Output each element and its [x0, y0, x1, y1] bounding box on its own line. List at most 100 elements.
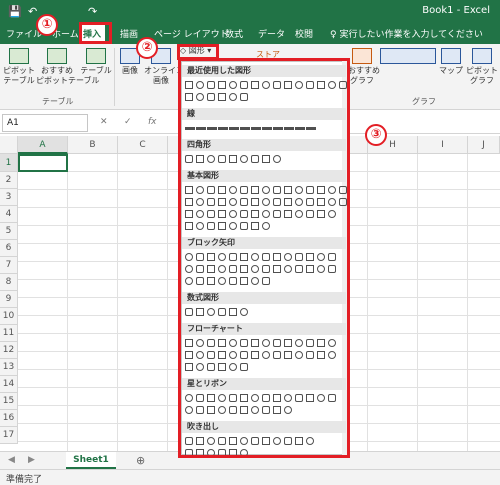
shape-option-icon[interactable]	[229, 437, 237, 445]
shape-option-icon[interactable]	[218, 198, 226, 206]
shape-option-icon[interactable]	[284, 186, 292, 194]
row-header-16[interactable]: 16	[0, 410, 18, 427]
tell-me-search[interactable]: ♀ 実行したい作業を入力してください	[330, 27, 483, 40]
scroll-right-icon[interactable]: ▶	[28, 455, 35, 465]
shape-option-icon[interactable]	[262, 198, 270, 206]
shape-option-icon[interactable]	[284, 437, 292, 445]
chart-types-gallery[interactable]	[378, 48, 438, 66]
shape-option-icon[interactable]	[218, 186, 226, 194]
shape-option-icon[interactable]	[262, 406, 270, 414]
shape-option-icon[interactable]	[306, 198, 314, 206]
shape-option-icon[interactable]	[295, 339, 303, 347]
shape-option-icon[interactable]	[196, 394, 204, 402]
shape-option-icon[interactable]	[196, 186, 204, 194]
shape-option-icon[interactable]	[295, 253, 303, 261]
shape-option-icon[interactable]	[306, 339, 314, 347]
shape-option-icon[interactable]	[284, 198, 292, 206]
shape-option-icon[interactable]	[240, 93, 248, 101]
recommended-chart-button[interactable]: おすすめ グラフ	[348, 48, 380, 86]
shape-option-icon[interactable]	[207, 253, 215, 261]
shape-option-icon[interactable]	[251, 394, 259, 402]
shape-option-icon[interactable]	[196, 155, 204, 163]
row-header-11[interactable]: 11	[0, 325, 18, 342]
shape-option-icon[interactable]	[218, 81, 226, 89]
shape-option-icon[interactable]	[317, 81, 325, 89]
shape-option-icon[interactable]	[207, 339, 215, 347]
shape-option-icon[interactable]	[295, 265, 303, 273]
map-button[interactable]: マップ	[438, 48, 464, 76]
shape-option-icon[interactable]	[218, 394, 226, 402]
shape-option-icon[interactable]	[273, 127, 283, 130]
shape-option-icon[interactable]	[196, 308, 204, 316]
shape-option-icon[interactable]	[207, 308, 215, 316]
shape-option-icon[interactable]	[328, 265, 336, 273]
shape-option-icon[interactable]	[229, 449, 237, 455]
shape-option-icon[interactable]	[207, 265, 215, 273]
shape-option-icon[interactable]	[240, 449, 248, 455]
redo-icon[interactable]: ↷	[88, 5, 97, 18]
shape-option-icon[interactable]	[196, 277, 204, 285]
shape-option-icon[interactable]	[273, 210, 281, 218]
shape-option-icon[interactable]	[240, 222, 248, 230]
shape-option-icon[interactable]	[273, 394, 281, 402]
function-icon[interactable]: fx	[148, 117, 157, 127]
shape-option-icon[interactable]	[185, 93, 193, 101]
shape-option-icon[interactable]	[273, 437, 281, 445]
shape-option-icon[interactable]	[262, 253, 270, 261]
shape-option-icon[interactable]	[185, 339, 193, 347]
shape-option-icon[interactable]	[273, 198, 281, 206]
shape-option-icon[interactable]	[240, 81, 248, 89]
shape-option-icon[interactable]	[306, 253, 314, 261]
shape-option-icon[interactable]	[185, 198, 193, 206]
row-header-6[interactable]: 6	[0, 240, 18, 257]
shape-option-icon[interactable]	[262, 351, 270, 359]
shape-option-icon[interactable]	[218, 449, 226, 455]
tab-formulas[interactable]: 数式	[225, 27, 243, 40]
shape-option-icon[interactable]	[262, 155, 270, 163]
shape-option-icon[interactable]	[273, 339, 281, 347]
shape-option-icon[interactable]	[229, 93, 237, 101]
tab-review[interactable]: 校閲	[295, 27, 313, 40]
shape-option-icon[interactable]	[317, 339, 325, 347]
shape-option-icon[interactable]	[306, 265, 314, 273]
shape-option-icon[interactable]	[218, 222, 226, 230]
shape-option-icon[interactable]	[218, 253, 226, 261]
shape-option-icon[interactable]	[207, 394, 215, 402]
sheet-tab-sheet1[interactable]: Sheet1	[66, 452, 116, 469]
row-header-8[interactable]: 8	[0, 274, 18, 291]
shape-option-icon[interactable]	[317, 394, 325, 402]
shape-option-icon[interactable]	[328, 198, 336, 206]
shape-option-icon[interactable]	[284, 406, 292, 414]
shape-option-icon[interactable]	[185, 363, 193, 371]
shape-option-icon[interactable]	[240, 265, 248, 273]
shape-option-icon[interactable]	[218, 127, 228, 130]
row-header-17[interactable]: 17	[0, 427, 18, 444]
row-header-14[interactable]: 14	[0, 376, 18, 393]
row-header-3[interactable]: 3	[0, 189, 18, 206]
tab-draw[interactable]: 描画	[120, 27, 138, 40]
shape-option-icon[interactable]	[251, 81, 259, 89]
shape-option-icon[interactable]	[185, 394, 193, 402]
shape-option-icon[interactable]	[207, 127, 217, 130]
shape-option-icon[interactable]	[262, 127, 272, 130]
shape-option-icon[interactable]	[185, 127, 195, 130]
row-header-1[interactable]: 1	[0, 154, 18, 172]
shape-option-icon[interactable]	[218, 93, 226, 101]
shape-option-icon[interactable]	[196, 449, 204, 455]
shape-option-icon[interactable]	[273, 81, 281, 89]
shape-option-icon[interactable]	[240, 210, 248, 218]
shape-option-icon[interactable]	[196, 363, 204, 371]
shape-option-icon[interactable]	[207, 210, 215, 218]
row-header-7[interactable]: 7	[0, 257, 18, 274]
shape-option-icon[interactable]	[229, 81, 237, 89]
shape-option-icon[interactable]	[262, 277, 270, 285]
shape-option-icon[interactable]	[317, 253, 325, 261]
pivot-chart-button[interactable]: ピボットグラフ	[464, 48, 500, 86]
shape-option-icon[interactable]	[339, 186, 347, 194]
shape-option-icon[interactable]	[207, 437, 215, 445]
shape-option-icon[interactable]	[207, 155, 215, 163]
shape-option-icon[interactable]	[240, 127, 250, 130]
shape-option-icon[interactable]	[251, 198, 259, 206]
undo-icon[interactable]: ↶	[28, 5, 37, 18]
shape-option-icon[interactable]	[196, 81, 204, 89]
